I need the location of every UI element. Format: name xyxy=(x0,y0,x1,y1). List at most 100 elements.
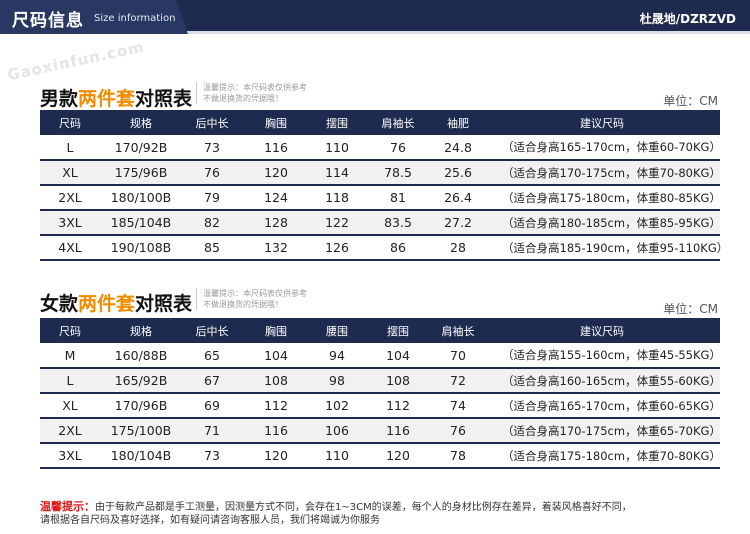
table-cell: 3XL xyxy=(40,210,100,236)
table-cell: 27.2 xyxy=(432,210,484,236)
table-cell: 102 xyxy=(310,393,364,419)
table-cell: 26.4 xyxy=(432,185,484,211)
table-cell: 98 xyxy=(310,368,364,394)
table-cell: 185/104B xyxy=(100,210,182,236)
men-size-table: 尺码 规格 后中长 胸围 摆围 肩袖长 袖肥 建议尺码 L 170/92B 73… xyxy=(40,110,728,261)
column-header: 后中长 xyxy=(195,116,229,130)
watermark: Gaoxinfun.com xyxy=(5,37,147,85)
table-cell: 2XL xyxy=(40,185,100,211)
column-header: 建议尺码 xyxy=(580,324,624,338)
women-unit: 单位：CM xyxy=(663,302,718,316)
column-header: 袖肥 xyxy=(447,116,469,130)
table-cell: 118 xyxy=(310,185,364,211)
table-cell: 116 xyxy=(242,135,310,161)
column-header: 腰围 xyxy=(326,324,348,338)
table-cell: 120 xyxy=(242,443,310,469)
table-cell: 78.5 xyxy=(364,160,432,186)
table-cell: 65 xyxy=(182,343,242,369)
table-cell: 24.8 xyxy=(432,135,484,161)
table-cell: L xyxy=(40,135,100,161)
table-cell: 170/92B xyxy=(100,135,182,161)
table-cell: 128 xyxy=(242,210,310,236)
table-cell: L xyxy=(40,368,100,394)
table-cell: 175/100B xyxy=(100,418,182,444)
column-header: 规格 xyxy=(130,116,152,130)
men-unit: 单位：CM xyxy=(663,94,718,108)
table-cell: 190/108B xyxy=(100,235,182,261)
column-header: 尺码 xyxy=(59,116,81,130)
women-notice-line1: 温馨提示：本尺码表仅供参考 xyxy=(203,289,307,298)
table-cell: 25.6 xyxy=(432,160,484,186)
table-cell: 86 xyxy=(364,235,432,261)
table-cell: 73 xyxy=(182,135,242,161)
table-cell: （适合身高160-165cm，体重55-60KG） xyxy=(484,368,721,394)
table-cell: 72 xyxy=(432,368,484,394)
table-cell: 82 xyxy=(182,210,242,236)
table-cell: 180/100B xyxy=(100,185,182,211)
table-cell: 104 xyxy=(242,343,310,369)
table-cell: 108 xyxy=(242,368,310,394)
table-row: L 170/92B 73 116 110 76 24.8 （适合身高165-17… xyxy=(40,135,721,161)
table-cell: 110 xyxy=(310,135,364,161)
column-header: 后中长 xyxy=(195,324,229,338)
table-cell: 81 xyxy=(364,185,432,211)
tips-text-2: 请根据各自尺码及喜好选择，如有疑问请咨询客服人员，我们将竭诚为你服务 xyxy=(40,515,380,526)
table-cell: 73 xyxy=(182,443,242,469)
men-title-pre: 男款 xyxy=(40,88,79,110)
table-cell: 126 xyxy=(310,235,364,261)
table-cell: 122 xyxy=(310,210,364,236)
men-table-header: 尺码 规格 后中长 胸围 摆围 肩袖长 袖肥 建议尺码 xyxy=(40,110,720,135)
women-section-title: 女款两件套对照表 xyxy=(40,289,192,316)
column-header: 建议尺码 xyxy=(580,116,624,130)
table-cell: （适合身高175-180cm，体重80-85KG） xyxy=(484,185,721,211)
table-cell: 120 xyxy=(364,443,432,469)
tips-line-1: 温馨提示：由于每款产品都是手工测量，因测量方式不同，会存在1~3CM的误差，每个… xyxy=(40,500,730,514)
table-cell: 4XL xyxy=(40,235,100,261)
women-notice: 温馨提示：本尺码表仅供参考 不做退换货的凭据哦！ xyxy=(196,288,307,310)
table-cell: （适合身高155-160cm，体重45-55KG） xyxy=(484,343,721,369)
tips-text-1: 由于每款产品都是手工测量，因测量方式不同，会存在1~3CM的误差，每个人的身材比… xyxy=(95,502,632,513)
table-row: L 165/92B 67 108 98 108 72 （适合身高160-165c… xyxy=(40,368,721,394)
column-header: 尺码 xyxy=(59,324,81,338)
column-header: 肩袖长 xyxy=(381,116,415,130)
table-row: 4XL 190/108B 85 132 126 86 28 （适合身高185-1… xyxy=(40,235,728,261)
table-cell: 120 xyxy=(242,160,310,186)
women-title-post: 对照表 xyxy=(135,293,193,315)
women-size-table: 尺码 规格 后中长 胸围 腰围 摆围 肩袖长 建议尺码 M 160/88B 65… xyxy=(40,318,721,469)
table-cell: 180/104B xyxy=(100,443,182,469)
table-cell: 3XL xyxy=(40,443,100,469)
column-header: 摆围 xyxy=(387,324,409,338)
table-cell: XL xyxy=(40,160,100,186)
column-header: 胸围 xyxy=(265,324,287,338)
column-header: 肩袖长 xyxy=(441,324,475,338)
table-cell: 85 xyxy=(182,235,242,261)
header-subtitle: Size information xyxy=(94,13,176,24)
table-cell: （适合身高170-175cm，体重65-70KG） xyxy=(484,418,721,444)
table-row: XL 175/96B 76 120 114 78.5 25.6 （适合身高170… xyxy=(40,160,721,186)
column-header: 摆围 xyxy=(326,116,348,130)
table-cell: 28 xyxy=(432,235,484,261)
table-cell: 108 xyxy=(364,368,432,394)
table-cell: 116 xyxy=(242,418,310,444)
table-cell: （适合身高175-180cm，体重70-80KG） xyxy=(484,443,721,469)
women-table-header: 尺码 规格 后中长 胸围 腰围 摆围 肩袖长 建议尺码 xyxy=(40,318,720,343)
table-cell: 76 xyxy=(364,135,432,161)
table-cell: 76 xyxy=(432,418,484,444)
header-bar: 尺码信息 Size information 杜晟地/DZRZVD xyxy=(0,0,750,34)
table-cell: 132 xyxy=(242,235,310,261)
table-cell: （适合身高185-190cm，体重95-110KG） xyxy=(484,235,728,261)
men-title-highlight: 两件套 xyxy=(78,88,136,110)
table-cell: 104 xyxy=(364,343,432,369)
table-cell: 67 xyxy=(182,368,242,394)
table-cell: XL xyxy=(40,393,100,419)
men-title-post: 对照表 xyxy=(135,88,193,110)
men-section-title: 男款两件套对照表 xyxy=(40,84,192,111)
table-cell: 116 xyxy=(364,418,432,444)
table-cell: 83.5 xyxy=(364,210,432,236)
table-cell: （适合身高170-175cm，体重70-80KG） xyxy=(484,160,721,186)
table-cell: 165/92B xyxy=(100,368,182,394)
column-header: 规格 xyxy=(130,324,152,338)
table-cell: M xyxy=(40,343,100,369)
table-cell: 112 xyxy=(364,393,432,419)
table-cell: （适合身高180-185cm，体重85-95KG） xyxy=(484,210,721,236)
